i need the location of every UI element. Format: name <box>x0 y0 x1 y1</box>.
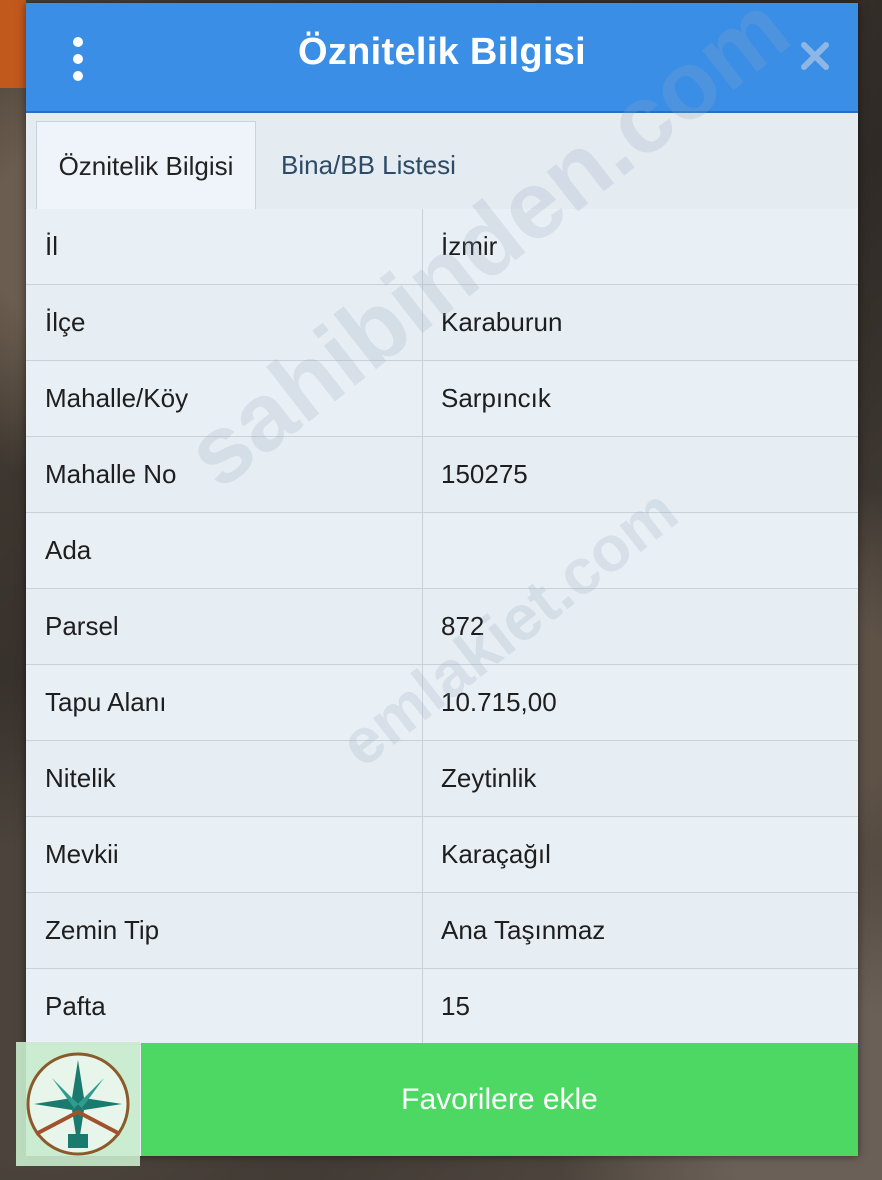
compass-logo-icon <box>26 1052 130 1156</box>
table-row: Parsel 872 <box>26 589 858 665</box>
table-row: Mahalle No 150275 <box>26 437 858 513</box>
attribute-key: Mevkii <box>26 817 423 892</box>
tab-bina-bb-listesi[interactable]: Bina/BB Listesi <box>281 121 456 209</box>
close-icon[interactable] <box>798 39 832 73</box>
attribute-key: Parsel <box>26 589 423 664</box>
table-row: İlçe Karaburun <box>26 285 858 361</box>
dialog-title: Öznitelik Bilgisi <box>297 31 587 73</box>
tab-bar: Öznitelik Bilgisi Bina/BB Listesi <box>26 113 858 210</box>
attribute-key: Pafta <box>26 969 423 1044</box>
attribute-value: Ana Taşınmaz <box>441 915 606 945</box>
attribute-key: Nitelik <box>26 741 423 816</box>
add-to-favorites-button[interactable]: Favorilere ekle <box>141 1043 858 1156</box>
attribute-key: İlçe <box>26 285 423 360</box>
table-row: Ada <box>26 513 858 589</box>
attribute-value: 150275 <box>441 459 528 489</box>
attribute-value: Zeytinlik <box>441 763 537 793</box>
attribute-key: Ada <box>26 513 423 588</box>
attribute-key: Mahalle/Köy <box>26 361 423 436</box>
attribute-value: 872 <box>441 611 485 641</box>
tab-oznitelik-bilgisi[interactable]: Öznitelik Bilgisi <box>36 121 256 210</box>
attribute-value: 10.715,00 <box>441 687 557 717</box>
attribute-value: 15 <box>441 991 470 1021</box>
attribute-value: Karaburun <box>441 307 563 337</box>
dialog-header: Öznitelik Bilgisi <box>26 3 858 113</box>
table-row: Mevkii Karaçağıl <box>26 817 858 893</box>
table-row: İl İzmir <box>26 209 858 285</box>
table-row: Nitelik Zeytinlik <box>26 741 858 817</box>
attribute-table: İl İzmir İlçe Karaburun Mahalle/Köy Sarpıncık… <box>26 209 858 1045</box>
table-row: Zemin Tip Ana Taşınmaz <box>26 893 858 969</box>
attribute-key: Zemin Tip <box>26 893 423 968</box>
attribute-value: Karaçağıl <box>441 839 551 869</box>
attribute-value: İzmir <box>441 231 498 261</box>
attribute-dialog: Öznitelik Bilgisi Öznitelik Bilgisi Bina… <box>26 0 858 1156</box>
attribute-value: Sarpıncık <box>441 383 551 413</box>
attribute-key: Tapu Alanı <box>26 665 423 740</box>
brand-logo <box>16 1042 140 1166</box>
table-row: Mahalle/Köy Sarpıncık <box>26 361 858 437</box>
attribute-key: İl <box>26 209 423 284</box>
table-row: Tapu Alanı 10.715,00 <box>26 665 858 741</box>
map-overlay-strip <box>0 0 26 88</box>
table-row: Pafta 15 <box>26 969 858 1045</box>
attribute-key: Mahalle No <box>26 437 423 512</box>
